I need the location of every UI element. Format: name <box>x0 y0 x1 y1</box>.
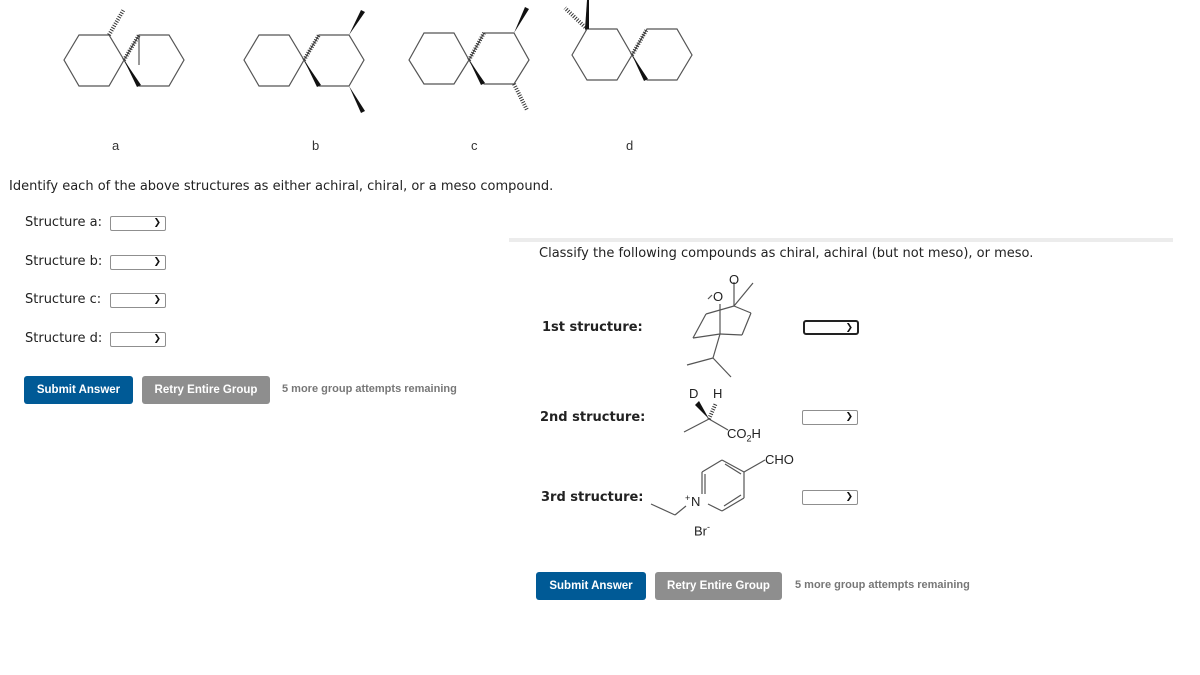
structure-3-bromide: Br- <box>694 522 710 538</box>
structure-3-charge-plus: + <box>685 493 691 503</box>
carboxyl-h: H <box>751 426 761 441</box>
structure-d-select[interactable]: ❯ <box>110 332 166 347</box>
structure-2-select[interactable]: ❯ <box>802 410 858 425</box>
chevron-down-icon: ❯ <box>153 334 161 344</box>
structure-1-atom-o-bottom: O <box>713 289 724 304</box>
bromide-symbol: Br <box>694 523 707 539</box>
structure-2-carboxyl: CO2H <box>727 426 761 444</box>
structure-3-select[interactable]: ❯ <box>802 490 858 505</box>
structure-b-label: b <box>312 138 320 153</box>
carboxyl-co: CO <box>727 426 747 441</box>
chevron-down-icon: ❯ <box>845 323 853 333</box>
chevron-down-icon: ❯ <box>153 218 161 228</box>
bromide-charge: - <box>707 522 710 532</box>
structure-a-field-label: Structure a: <box>25 215 102 230</box>
submit-answer-button-1[interactable]: Submit Answer <box>24 376 133 404</box>
retry-entire-group-button-2[interactable]: Retry Entire Group <box>655 572 782 600</box>
structure-d-field-label: Structure d: <box>25 331 103 346</box>
structure-3-atom-n: N <box>691 494 701 509</box>
structure-b-field-label: Structure b: <box>25 254 103 269</box>
retry-entire-group-button-1[interactable]: Retry Entire Group <box>142 376 270 404</box>
structure-2-atom-d: D <box>689 386 699 401</box>
chevron-down-icon: ❯ <box>153 295 161 305</box>
attempts-remaining-1: 5 more group attempts remaining <box>282 383 457 395</box>
question-1-prompt: Identify each of the above structures as… <box>9 179 554 194</box>
structure-2-atom-h: H <box>713 386 723 401</box>
chevron-down-icon: ❯ <box>845 412 853 422</box>
structure-3-aldehyde: CHO <box>765 452 794 467</box>
question-2-prompt: Classify the following compounds as chir… <box>539 246 1034 261</box>
chevron-down-icon: ❯ <box>845 492 853 502</box>
structure-a-select[interactable]: ❯ <box>110 216 166 231</box>
structure-3-label: 3rd structure: <box>541 490 644 505</box>
structure-b-select[interactable]: ❯ <box>110 255 166 270</box>
section-divider <box>509 238 1173 242</box>
structure-d-label: d <box>626 138 634 153</box>
structure-1-select[interactable]: ❯ <box>803 320 859 335</box>
structure-3-drawing <box>650 459 766 516</box>
attempts-remaining-2: 5 more group attempts remaining <box>795 579 970 591</box>
structure-c-field-label: Structure c: <box>25 292 102 307</box>
structure-1-label: 1st structure: <box>542 320 643 335</box>
structure-c-label: c <box>471 138 478 153</box>
structure-a-label: a <box>112 138 120 153</box>
submit-answer-button-2[interactable]: Submit Answer <box>536 572 646 600</box>
chevron-down-icon: ❯ <box>153 257 161 267</box>
structure-1-atom-o-top: O <box>729 272 740 287</box>
structure-c-select[interactable]: ❯ <box>110 293 166 308</box>
structure-2-label: 2nd structure: <box>540 410 646 425</box>
